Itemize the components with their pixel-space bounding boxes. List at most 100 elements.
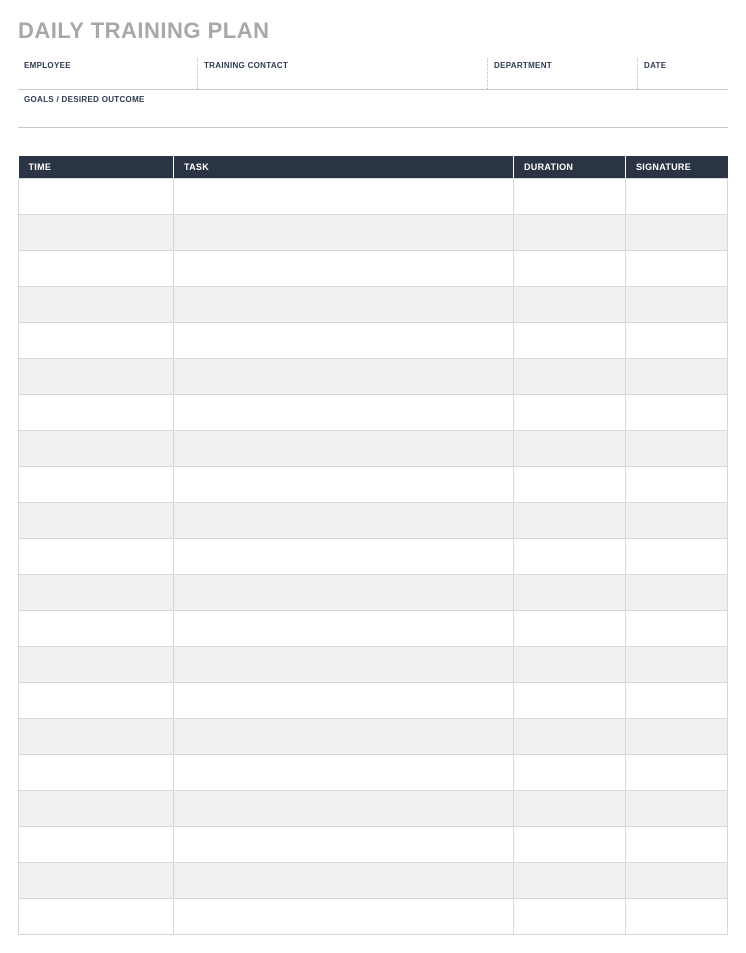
cell-signature[interactable] [626,899,728,935]
cell-duration[interactable] [514,611,626,647]
cell-duration[interactable] [514,323,626,359]
table-row [19,431,728,467]
cell-signature[interactable] [626,503,728,539]
cell-task[interactable] [174,287,514,323]
cell-task[interactable] [174,899,514,935]
cell-task[interactable] [174,395,514,431]
cell-duration[interactable] [514,863,626,899]
table-row [19,719,728,755]
cell-signature[interactable] [626,575,728,611]
cell-task[interactable] [174,467,514,503]
table-row [19,467,728,503]
cell-time[interactable] [19,215,174,251]
cell-task[interactable] [174,647,514,683]
cell-signature[interactable] [626,431,728,467]
cell-time[interactable] [19,395,174,431]
cell-duration[interactable] [514,899,626,935]
cell-time[interactable] [19,791,174,827]
table-row [19,899,728,935]
table-row [19,863,728,899]
cell-signature[interactable] [626,251,728,287]
cell-task[interactable] [174,323,514,359]
cell-duration[interactable] [514,575,626,611]
cell-duration[interactable] [514,215,626,251]
cell-duration[interactable] [514,539,626,575]
cell-time[interactable] [19,431,174,467]
cell-time[interactable] [19,251,174,287]
cell-duration[interactable] [514,647,626,683]
cell-task[interactable] [174,503,514,539]
date-value[interactable] [644,70,722,88]
cell-time[interactable] [19,539,174,575]
cell-task[interactable] [174,827,514,863]
cell-signature[interactable] [626,827,728,863]
cell-duration[interactable] [514,251,626,287]
cell-duration[interactable] [514,503,626,539]
table-row [19,179,728,215]
cell-duration[interactable] [514,395,626,431]
cell-task[interactable] [174,755,514,791]
cell-task[interactable] [174,719,514,755]
cell-duration[interactable] [514,179,626,215]
cell-time[interactable] [19,467,174,503]
cell-time[interactable] [19,359,174,395]
cell-duration[interactable] [514,791,626,827]
cell-signature[interactable] [626,395,728,431]
cell-time[interactable] [19,899,174,935]
cell-duration[interactable] [514,755,626,791]
cell-signature[interactable] [626,863,728,899]
cell-task[interactable] [174,251,514,287]
cell-duration[interactable] [514,431,626,467]
table-row [19,755,728,791]
cell-task[interactable] [174,863,514,899]
cell-signature[interactable] [626,647,728,683]
cell-signature[interactable] [626,287,728,323]
table-row [19,395,728,431]
cell-duration[interactable] [514,359,626,395]
cell-signature[interactable] [626,683,728,719]
cell-signature[interactable] [626,359,728,395]
cell-task[interactable] [174,359,514,395]
cell-time[interactable] [19,179,174,215]
header-task: TASK [174,156,514,179]
cell-time[interactable] [19,287,174,323]
cell-time[interactable] [19,755,174,791]
cell-signature[interactable] [626,611,728,647]
cell-task[interactable] [174,683,514,719]
cell-signature[interactable] [626,179,728,215]
table-row [19,791,728,827]
employee-value[interactable] [24,70,191,88]
contact-value[interactable] [204,70,481,88]
cell-task[interactable] [174,215,514,251]
cell-time[interactable] [19,611,174,647]
cell-time[interactable] [19,827,174,863]
cell-signature[interactable] [626,539,728,575]
cell-time[interactable] [19,719,174,755]
cell-task[interactable] [174,791,514,827]
cell-signature[interactable] [626,755,728,791]
cell-signature[interactable] [626,719,728,755]
table-row [19,683,728,719]
cell-task[interactable] [174,431,514,467]
cell-duration[interactable] [514,719,626,755]
cell-duration[interactable] [514,683,626,719]
cell-time[interactable] [19,323,174,359]
cell-signature[interactable] [626,791,728,827]
cell-duration[interactable] [514,467,626,503]
cell-time[interactable] [19,683,174,719]
cell-task[interactable] [174,575,514,611]
cell-duration[interactable] [514,827,626,863]
cell-time[interactable] [19,863,174,899]
department-value[interactable] [494,70,631,88]
cell-task[interactable] [174,179,514,215]
cell-task[interactable] [174,611,514,647]
cell-task[interactable] [174,539,514,575]
cell-time[interactable] [19,575,174,611]
cell-signature[interactable] [626,215,728,251]
cell-time[interactable] [19,647,174,683]
cell-signature[interactable] [626,467,728,503]
cell-time[interactable] [19,503,174,539]
cell-duration[interactable] [514,287,626,323]
cell-signature[interactable] [626,323,728,359]
goals-value[interactable] [24,108,722,126]
